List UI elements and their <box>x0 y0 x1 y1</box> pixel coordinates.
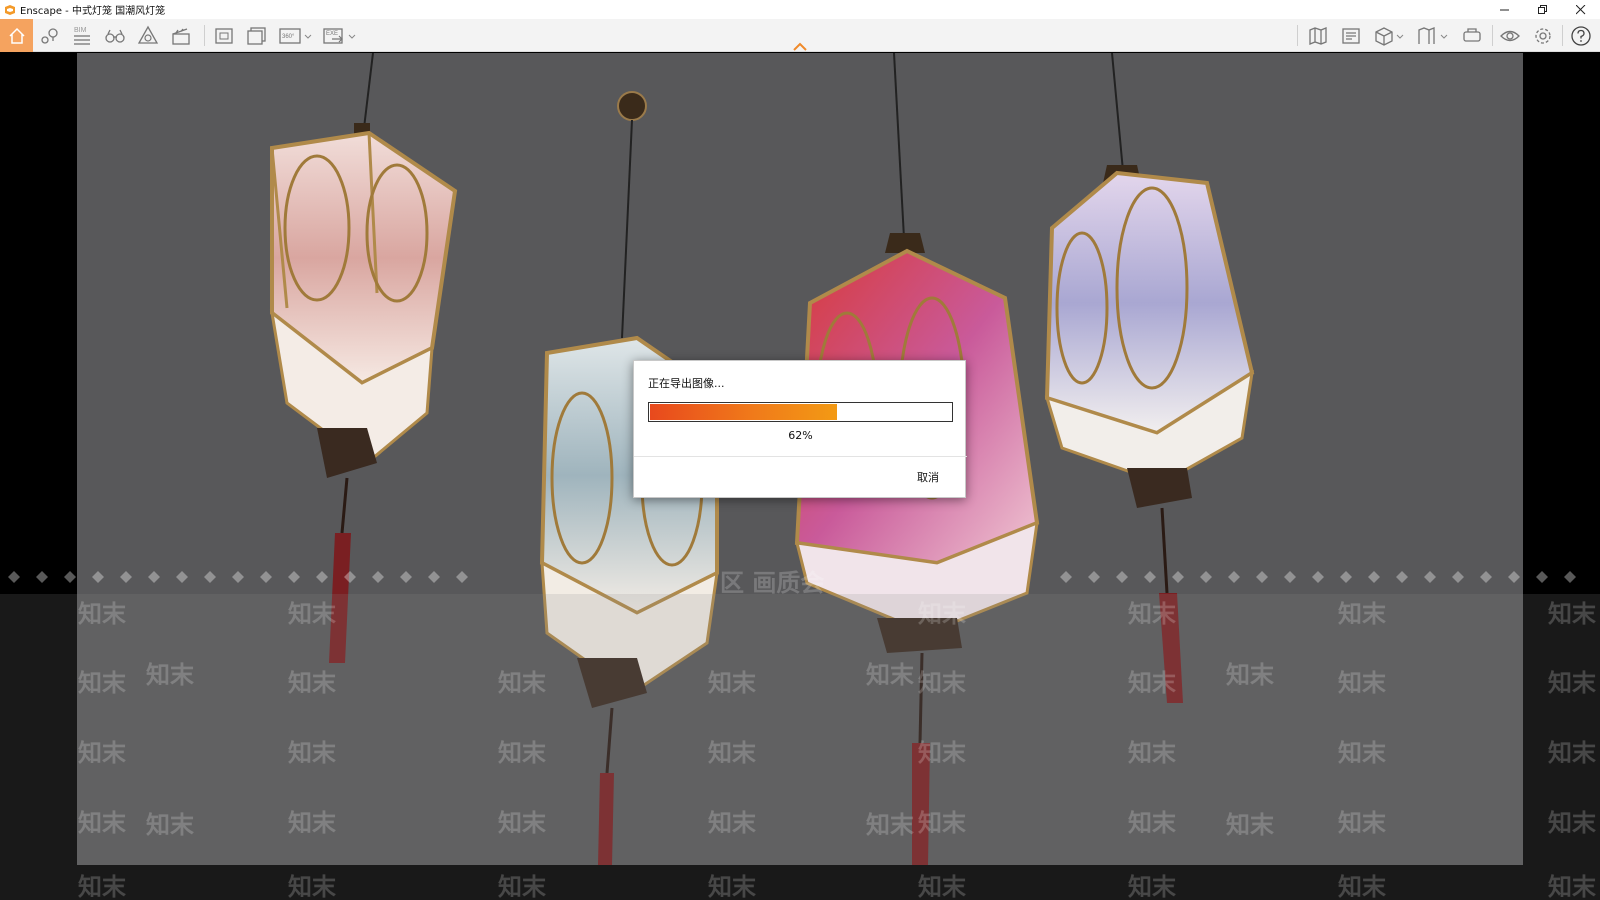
dialog-title: 正在导出图像... <box>648 377 725 390</box>
cube-view-icon <box>1375 26 1404 46</box>
main-toolbar: BIM 360° EXE <box>0 19 1600 52</box>
watermark-text: 知末 <box>1548 873 1596 900</box>
export-progress-bar <box>648 402 953 422</box>
watermark-text: 知末 <box>1338 873 1386 900</box>
vr-headset-icon <box>1463 27 1481 42</box>
map-button[interactable] <box>1304 19 1332 52</box>
export-exe-icon: EXE <box>323 27 356 44</box>
settings-gear-icon <box>1535 27 1551 44</box>
bim-button[interactable]: BIM <box>68 19 96 52</box>
panorama-360-icon: 360° <box>279 27 312 44</box>
views-button[interactable] <box>36 19 64 52</box>
exe-label: EXE <box>326 31 338 37</box>
batch-render-button[interactable] <box>243 19 271 52</box>
export-progress-dialog: 正在导出图像... 62% 取消 <box>633 360 967 498</box>
watermark-text: 知末 <box>288 873 336 900</box>
bim-label: BIM <box>74 27 87 34</box>
home-button[interactable] <box>0 19 33 52</box>
close-icon <box>1576 4 1586 14</box>
atmosphere-icon <box>137 25 159 44</box>
location-pin-icon <box>41 27 58 44</box>
visibility-button[interactable] <box>1496 19 1524 52</box>
window-title: Enscape - 中式灯笼 国潮风灯笼 <box>20 6 166 17</box>
vr-button[interactable] <box>1458 19 1486 52</box>
bookmark-button[interactable] <box>1414 19 1454 52</box>
bim-list-icon: BIM <box>74 27 90 45</box>
binoculars-icon <box>105 29 125 43</box>
watermark-text: 知末 <box>1548 739 1596 767</box>
lantern-pink-floral <box>269 53 458 663</box>
panorama-button[interactable]: 360° <box>276 19 316 52</box>
atmosphere-button[interactable] <box>134 19 162 52</box>
asset-library-button[interactable] <box>1337 19 1365 52</box>
toolbar-separator <box>1562 25 1563 46</box>
enscape-logo-icon <box>5 4 15 15</box>
walk-mode-button[interactable] <box>101 19 129 52</box>
watermark-text: 知末 <box>1548 669 1596 697</box>
bookmark-icon <box>1418 26 1448 44</box>
toolbar-separator <box>1492 25 1493 46</box>
window-controls <box>1486 0 1600 19</box>
help-button[interactable] <box>1566 19 1596 52</box>
progress-percent: 62% <box>788 429 813 442</box>
watermark-text: 知末 <box>708 873 756 900</box>
video-editor-button[interactable] <box>167 19 195 52</box>
minimize-button[interactable] <box>1486 0 1524 19</box>
help-icon <box>1571 25 1591 46</box>
screenshot-icon <box>215 27 233 44</box>
asset-library-icon <box>1342 27 1360 44</box>
minimize-icon <box>1500 9 1509 10</box>
settings-button[interactable] <box>1529 19 1557 52</box>
batch-render-icon <box>247 26 266 45</box>
clapper-icon <box>172 27 190 45</box>
watermark-text: 知末 <box>1548 600 1596 628</box>
export-button[interactable]: EXE <box>320 19 360 52</box>
home-icon <box>8 27 25 44</box>
toolbar-separator <box>204 25 205 46</box>
watermark-text: 知末 <box>1548 809 1596 837</box>
cancel-button[interactable]: 取消 <box>917 469 939 485</box>
collapse-toolbar-chevron-up-icon[interactable] <box>793 42 807 51</box>
title-bar: Enscape - 中式灯笼 国潮风灯笼 <box>0 0 1600 19</box>
toolbar-separator <box>1297 25 1298 46</box>
map-icon <box>1309 26 1327 45</box>
lantern-purple-floral <box>1044 53 1255 703</box>
eye-icon <box>1500 30 1520 41</box>
watermark-text: 知末 <box>78 873 126 900</box>
panorama-label: 360° <box>282 34 295 40</box>
watermark-text: 知末 <box>498 873 546 900</box>
view-cube-button[interactable] <box>1370 19 1410 52</box>
dialog-divider <box>634 456 967 457</box>
watermark-text: 知末 <box>918 873 966 900</box>
enscape-window: Enscape - 中式灯笼 国潮风灯笼 BIM 360° EXE 知末 知末 … <box>0 0 1600 900</box>
restore-icon <box>1538 4 1547 14</box>
restore-button[interactable] <box>1524 0 1562 19</box>
progress-fill <box>650 404 837 420</box>
screenshot-button[interactable] <box>210 19 238 52</box>
watermark-text: 知末 <box>1128 873 1176 900</box>
close-button[interactable] <box>1562 0 1600 19</box>
